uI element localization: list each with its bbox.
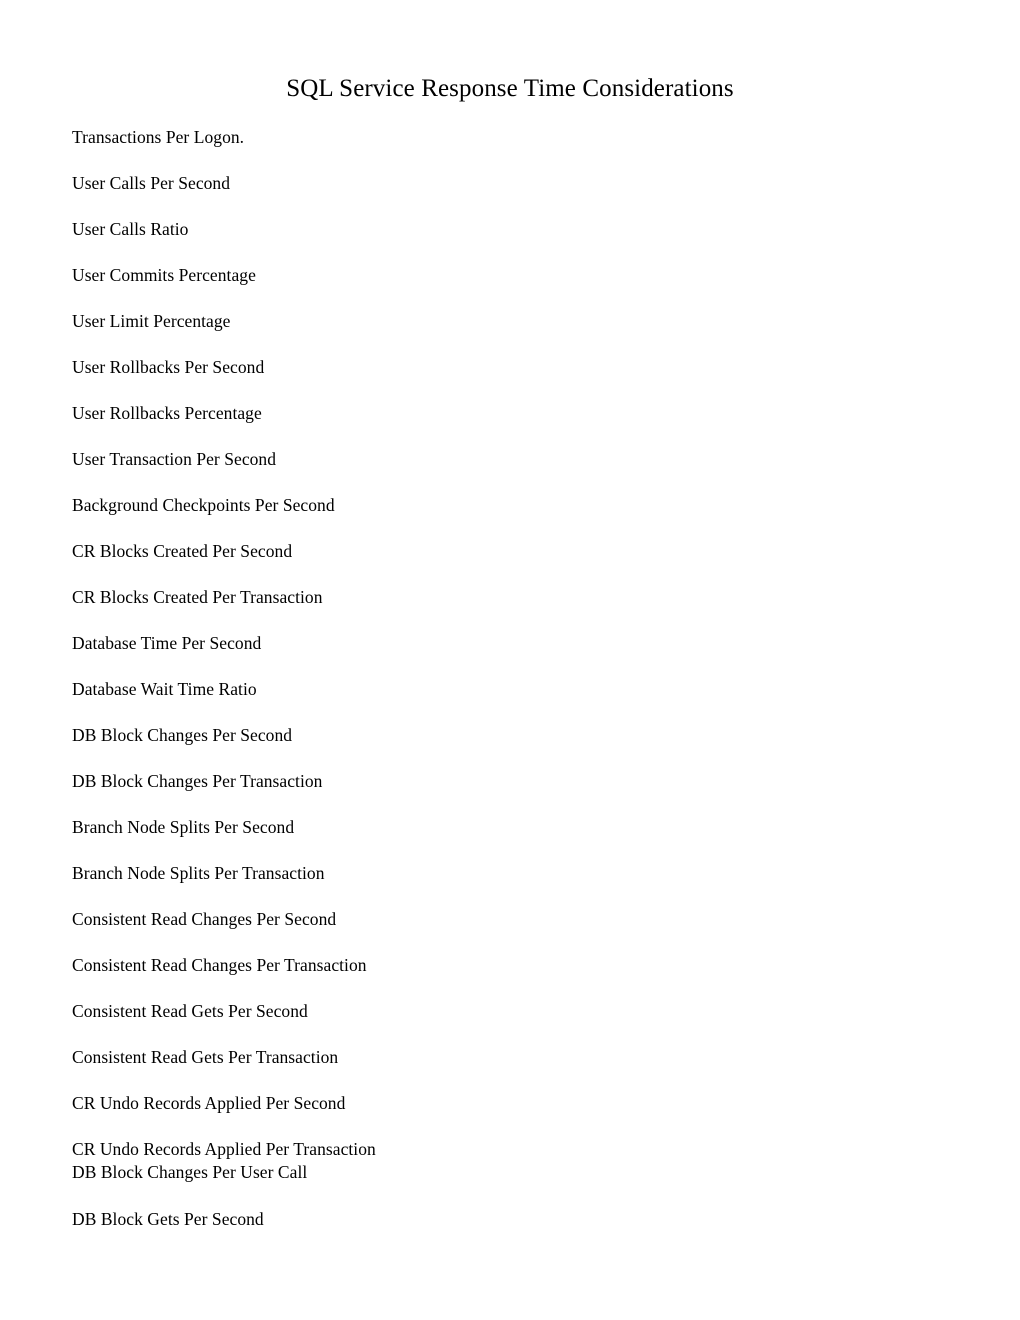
- list-item: CR Undo Records Applied Per Second: [72, 1092, 932, 1114]
- list-item: Consistent Read Changes Per Transaction: [72, 954, 932, 976]
- list-item: Transactions Per Logon.: [72, 126, 932, 148]
- metrics-list: Transactions Per Logon. User Calls Per S…: [72, 126, 932, 1254]
- list-item-label: User Transaction Per Second: [72, 449, 277, 469]
- list-item-label: User Commits Percentage: [72, 265, 256, 285]
- list-item: Database Time Per Second: [72, 632, 932, 654]
- list-item-label: Consistent Read Gets Per Second: [72, 1001, 308, 1021]
- list-item-label: Transactions Per Logon.: [72, 127, 245, 147]
- list-item-label: Database Wait Time Ratio: [72, 679, 257, 699]
- list-item-label: Background Checkpoints Per Second: [72, 495, 335, 515]
- list-item: CR Blocks Created Per Second: [72, 540, 932, 562]
- list-item-label: User Rollbacks Percentage: [72, 403, 262, 423]
- list-item: Consistent Read Gets Per Transaction: [72, 1046, 932, 1068]
- document-page: SQL Service Response Time Considerations…: [0, 0, 1020, 1320]
- list-item-label: DB Block Gets Per Second: [72, 1209, 264, 1229]
- list-item: Consistent Read Changes Per Second: [72, 908, 932, 930]
- list-item-label: User Rollbacks Per Second: [72, 357, 265, 377]
- list-item: Database Wait Time Ratio: [72, 678, 932, 700]
- list-item: DB Block Gets Per Second: [72, 1208, 932, 1230]
- list-item-label: Consistent Read Gets Per Transaction: [72, 1047, 339, 1067]
- list-item: User Calls Per Second: [72, 172, 932, 194]
- list-item-label: User Limit Percentage: [72, 311, 231, 331]
- list-item-label: CR Blocks Created Per Transaction: [72, 587, 323, 607]
- list-item: Branch Node Splits Per Second: [72, 816, 932, 838]
- list-item: DB Block Changes Per Second: [72, 724, 932, 746]
- list-item-label: DB Block Changes Per Transaction: [72, 771, 323, 791]
- page-title: SQL Service Response Time Considerations: [286, 75, 734, 102]
- list-item-label: CR Blocks Created Per Second: [72, 541, 293, 561]
- list-item-label: Consistent Read Changes Per Second: [72, 909, 337, 929]
- list-item-label: Database Time Per Second: [72, 633, 262, 653]
- list-item-label: Branch Node Splits Per Second: [72, 817, 295, 837]
- list-item-label: CR Undo Records Applied Per Transaction: [72, 1139, 376, 1159]
- list-item-label: Branch Node Splits Per Transaction: [72, 863, 325, 883]
- list-item-label: User Calls Per Second: [72, 173, 231, 193]
- list-item: DB Block Changes Per Transaction: [72, 770, 932, 792]
- list-item: User Transaction Per Second: [72, 448, 932, 470]
- list-item-label: Consistent Read Changes Per Transaction: [72, 955, 367, 975]
- list-item-label: CR Undo Records Applied Per Second: [72, 1093, 346, 1113]
- list-item: CR Blocks Created Per Transaction: [72, 586, 932, 608]
- list-item-label: User Calls Ratio: [72, 219, 189, 239]
- list-item: Background Checkpoints Per Second: [72, 494, 932, 516]
- list-item: User Limit Percentage: [72, 310, 932, 332]
- list-item: Branch Node Splits Per Transaction: [72, 862, 932, 884]
- list-item: User Commits Percentage: [72, 264, 932, 286]
- list-item-label: DB Block Changes Per Second: [72, 725, 293, 745]
- list-item-label-continuation: DB Block Changes Per User Call: [72, 1162, 308, 1182]
- list-item: User Rollbacks Per Second: [72, 356, 932, 378]
- list-item: Consistent Read Gets Per Second: [72, 1000, 932, 1022]
- list-item: User Calls Ratio: [72, 218, 932, 240]
- list-item: CR Undo Records Applied Per Transaction D…: [72, 1138, 932, 1184]
- list-item: User Rollbacks Percentage: [72, 402, 932, 424]
